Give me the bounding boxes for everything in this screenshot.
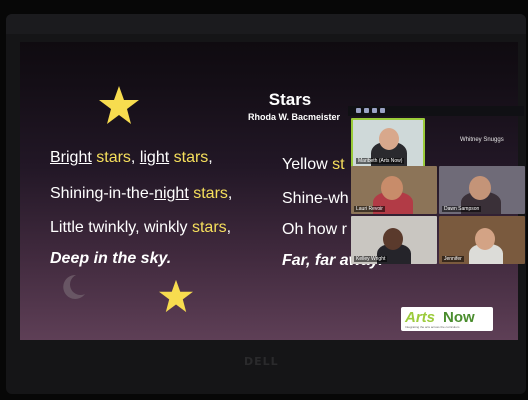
tile-name: Kelley Wright: [354, 256, 388, 262]
moon-icon: [63, 274, 85, 299]
video-tile[interactable]: Kelley Wright: [351, 216, 437, 264]
poem-text: Little twinkly, winkly: [50, 219, 192, 236]
poem-word-highlight: stars: [191, 219, 227, 236]
participant-head: [379, 128, 399, 150]
minimize-icon[interactable]: [356, 108, 361, 113]
poem-punct: ,: [130, 149, 140, 166]
poem-punct: ,: [227, 185, 233, 202]
monitor-brand-logo: DELL: [244, 355, 279, 368]
video-gallery[interactable]: Maribeth (Arts Now) Lauri Revoir Dawn Sa…: [348, 106, 525, 270]
speaker-view-icon[interactable]: [372, 108, 377, 113]
participant-head: [383, 228, 403, 250]
poem-line-3: Little twinkly, winkly stars,: [50, 219, 231, 237]
gallery-toolbar: [348, 106, 524, 116]
poem-text: Yellow: [282, 156, 333, 173]
video-tile[interactable]: Dawn Sampson: [439, 166, 525, 214]
poem-line-1: Bright stars, light stars,: [50, 149, 213, 167]
poem-right-line-2: Shine-wh: [282, 190, 349, 208]
video-tile[interactable]: Lauri Revoir: [351, 166, 437, 214]
poem-right-line-3: Oh how r: [282, 221, 347, 239]
poem-text-bold: Deep in the sky: [50, 250, 167, 267]
video-tile[interactable]: Maribeth (Arts Now): [351, 118, 425, 168]
poem-word: night: [154, 185, 189, 202]
poem-word-highlight: st: [332, 156, 345, 173]
logo-tagline: Integrating the arts across the curricul…: [405, 325, 460, 329]
slide-author: Rhoda W. Bacmeister: [247, 112, 341, 122]
logo-arts: Arts: [405, 309, 436, 326]
poem-line-4: Deep in the sky.: [50, 250, 171, 268]
poem-word-highlight: stars: [173, 149, 209, 166]
grid-view-icon[interactable]: [364, 108, 369, 113]
logo-now: Now: [443, 309, 475, 326]
star-icon: [159, 279, 193, 313]
fullscreen-icon[interactable]: [380, 108, 385, 113]
tile-name: Dawn Sampson: [442, 206, 482, 212]
participant-head: [475, 228, 495, 250]
poem-word: Bright: [50, 149, 92, 166]
slide-title: Stars: [268, 90, 312, 109]
poem-word-highlight: stars: [96, 149, 131, 166]
tile-name: Jennifer: [442, 256, 464, 262]
poem-punct: ,: [208, 149, 213, 166]
poem-text: Oh how r: [282, 221, 347, 238]
poem-right-line-1: Yellow st: [282, 156, 345, 174]
artsnow-logo: Arts Now Integrating the arts across the…: [401, 307, 493, 331]
poem-punct: .: [166, 250, 172, 267]
tile-name: Maribeth (Arts Now): [356, 158, 405, 164]
video-tile[interactable]: Jennifer: [439, 216, 525, 264]
poem-word-highlight: stars: [193, 185, 228, 202]
poem-text: Shining-in-the-: [50, 185, 155, 202]
participant-head: [469, 176, 491, 200]
poem-punct: ,: [226, 219, 232, 236]
monitor-frame: DELL Stars Rhoda W. Bacmeister Bright st…: [6, 14, 526, 394]
tile-name: Lauri Revoir: [354, 206, 385, 212]
poem-word: light: [139, 149, 170, 166]
participant-head: [381, 176, 403, 200]
poem-text: Shine-wh: [282, 190, 349, 207]
star-icon: [99, 86, 139, 124]
monitor-top-bezel: [6, 14, 526, 34]
poem-line-2: Shining-in-the-night stars,: [50, 185, 232, 203]
